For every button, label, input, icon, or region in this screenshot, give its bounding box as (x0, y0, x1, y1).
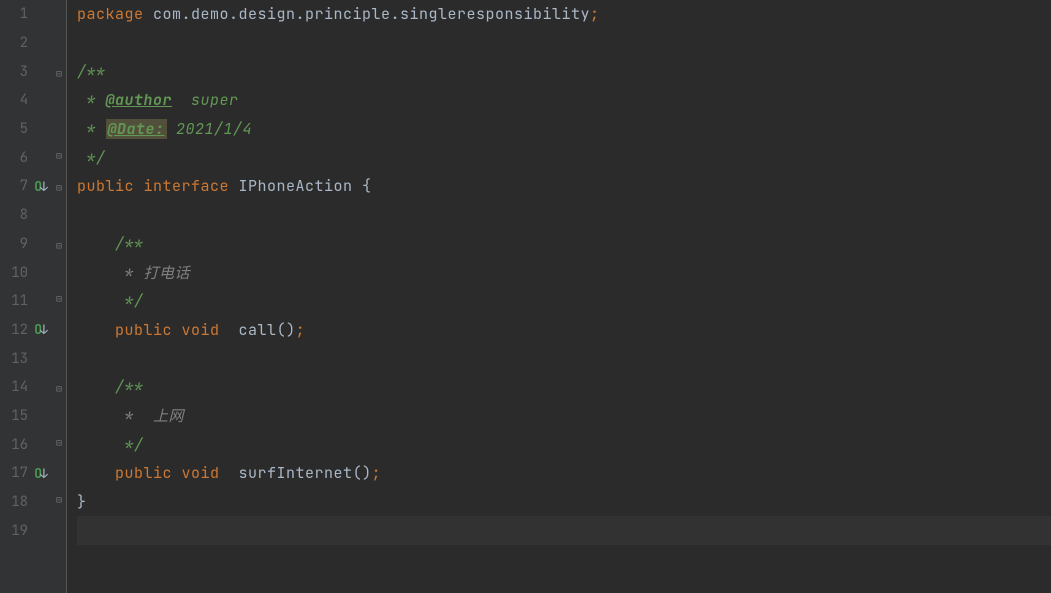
keyword-public: public (115, 463, 182, 483)
code-line[interactable]: public interface IPhoneAction { (77, 172, 1051, 201)
lineno: 18 (0, 493, 30, 511)
code-line[interactable]: } (77, 488, 1051, 517)
keyword-package: package (77, 4, 144, 24)
lineno: 13 (0, 350, 30, 368)
fold-open-icon[interactable] (52, 237, 66, 251)
override-icon[interactable] (30, 321, 52, 338)
lineno: 8 (0, 206, 30, 224)
fold-open-icon[interactable] (52, 179, 66, 193)
javadoc-open: /** (77, 377, 144, 397)
gutter: 1 2 3 4 5 6 7 8 9 10 11 12 13 14 15 16 1… (0, 0, 66, 593)
lineno: 16 (0, 436, 30, 454)
fold-close-icon[interactable] (52, 495, 66, 509)
javadoc-close: */ (77, 435, 144, 455)
code-line[interactable]: /** (77, 230, 1051, 259)
lineno: 19 (0, 522, 30, 540)
keyword-public: public (77, 176, 144, 196)
javadoc-tag-date: @Date: (106, 119, 167, 139)
method-surfinternet: surfInternet (239, 463, 353, 483)
parens: () (277, 320, 296, 340)
javadoc-open: /** (77, 62, 106, 82)
lineno: 14 (0, 378, 30, 396)
fold-close-icon[interactable] (52, 438, 66, 452)
lineno: 17 (0, 464, 30, 482)
code-line[interactable]: * @author super (77, 86, 1051, 115)
override-icon[interactable] (30, 465, 52, 482)
code-line[interactable]: public void surfInternet(); (77, 459, 1051, 488)
fold-open-icon[interactable] (52, 380, 66, 394)
fold-close-icon[interactable] (52, 151, 66, 165)
code-line[interactable]: /** (77, 373, 1051, 402)
code-line[interactable]: /** (77, 57, 1051, 86)
code-line[interactable]: * @Date: 2021/1/4 (77, 115, 1051, 144)
code-line[interactable]: public void call(); (77, 316, 1051, 345)
code-line[interactable]: */ (77, 287, 1051, 316)
javadoc-close: */ (77, 148, 106, 168)
javadoc-close: */ (77, 291, 144, 311)
lineno: 3 (0, 63, 30, 81)
javadoc-author-value: super (172, 90, 239, 110)
code-editor[interactable]: 1 2 3 4 5 6 7 8 9 10 11 12 13 14 15 16 1… (0, 0, 1051, 593)
parens: () (353, 463, 372, 483)
lineno: 1 (0, 5, 30, 23)
code-line[interactable] (77, 201, 1051, 230)
javadoc-body: * 打电话 (77, 262, 190, 283)
brace-close: } (77, 492, 87, 512)
semicolon: ; (590, 4, 600, 24)
javadoc-tag-author: @author (106, 90, 173, 110)
semicolon: ; (296, 320, 306, 340)
override-icon[interactable] (30, 178, 52, 195)
javadoc-open: /** (77, 234, 144, 254)
lineno: 6 (0, 149, 30, 167)
code-line[interactable]: * 上网 (77, 402, 1051, 431)
lineno: 5 (0, 120, 30, 138)
package-name: com.demo.design.principle.singleresponsi… (144, 4, 591, 24)
code-line[interactable] (77, 29, 1051, 58)
code-line[interactable]: package com.demo.design.principle.single… (77, 0, 1051, 29)
lineno: 11 (0, 292, 30, 310)
fold-close-icon[interactable] (52, 294, 66, 308)
fold-open-icon[interactable] (52, 65, 66, 79)
lineno: 9 (0, 235, 30, 253)
lineno: 15 (0, 407, 30, 425)
code-line[interactable]: */ (77, 143, 1051, 172)
code-line[interactable] (77, 344, 1051, 373)
javadoc-body: * 上网 (77, 405, 184, 426)
code-line[interactable]: * 打电话 (77, 258, 1051, 287)
brace-open: { (362, 176, 372, 196)
lineno: 7 (0, 177, 30, 195)
lineno: 2 (0, 34, 30, 52)
javadoc-date-value: 2021/1/4 (167, 119, 253, 139)
interface-name: IPhoneAction (239, 176, 363, 196)
keyword-public: public (115, 320, 182, 340)
code-line[interactable]: */ (77, 430, 1051, 459)
code-line-current[interactable] (77, 516, 1051, 545)
keyword-interface: interface (144, 176, 239, 196)
lineno: 10 (0, 264, 30, 282)
keyword-void: void (182, 463, 239, 483)
method-call: call (239, 320, 277, 340)
lineno: 4 (0, 91, 30, 109)
keyword-void: void (182, 320, 239, 340)
lineno: 12 (0, 321, 30, 339)
semicolon: ; (372, 463, 382, 483)
code-area[interactable]: package com.demo.design.principle.single… (66, 0, 1051, 593)
